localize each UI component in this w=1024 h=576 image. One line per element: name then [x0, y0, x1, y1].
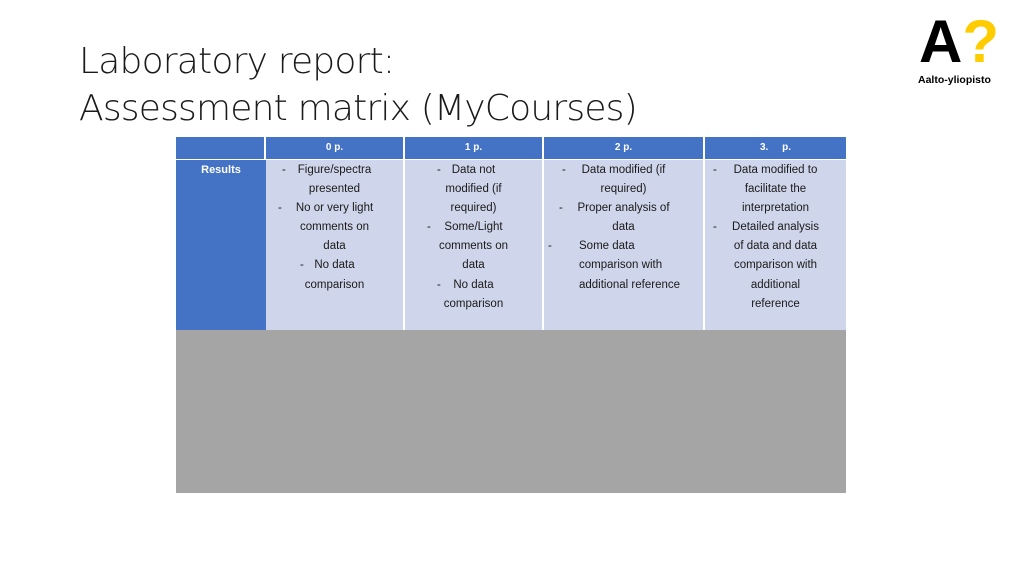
cell-line: interpretation	[705, 199, 846, 218]
cell-line: additional	[705, 276, 846, 295]
bullet-text: of data and data	[733, 240, 818, 253]
bullet-text: Data modified (if	[581, 164, 666, 176]
bullet-text: required)	[600, 183, 647, 196]
cell-line: - No or very light	[266, 199, 403, 218]
bullet-text: Data modified to	[733, 164, 818, 176]
bullet-dash: -	[427, 221, 431, 234]
bullet-text: reference	[751, 297, 800, 310]
aalto-logo-mark-icon: A?	[919, 12, 999, 72]
bullet-text: modified (if	[445, 183, 502, 196]
cell-line: - Some/Light	[405, 218, 542, 237]
bullet-text: No data	[314, 259, 355, 272]
bullet-dash: -	[278, 202, 282, 215]
bullet-text: required)	[450, 202, 497, 215]
cell-line: - Detailed analysis	[705, 218, 846, 237]
cell-line: comparison	[405, 295, 542, 314]
bullet-text: Proper analysis of	[577, 202, 670, 215]
cell-line: comments on	[405, 237, 542, 256]
bullet-text: comparison with	[733, 259, 818, 272]
bullet-text: Some data	[579, 240, 635, 253]
bullet-dash: -	[548, 240, 552, 253]
cell-line: - Figure/spectra	[266, 161, 403, 180]
assessment-matrix: 0 p. 1 p. 2 p. 3. p. Results - Figure/spe…	[176, 137, 846, 330]
bullet-dash: -	[437, 164, 441, 176]
cell-line: - Some data	[544, 237, 703, 256]
gray-overlay-area	[176, 330, 846, 493]
bullet-text: data	[323, 240, 346, 253]
cell-line: additional reference	[544, 276, 703, 295]
bullet-text: additional reference	[579, 278, 681, 291]
bullet-text: interpretation	[741, 202, 810, 215]
header-cell-0p: 0 p.	[266, 137, 405, 159]
bullet-dash: -	[282, 164, 286, 176]
cell-line: modified (if	[405, 180, 542, 199]
cell-line: data	[544, 218, 703, 237]
bullet-text: comments on	[299, 221, 370, 234]
header-cell-2p: 2 p.	[544, 137, 705, 159]
cell-line: comparison with	[705, 256, 846, 275]
bullet-text: comments on	[438, 240, 509, 253]
cell-line: data	[266, 237, 403, 256]
bullet-text: Data not	[451, 164, 496, 176]
cell-line: - Data modified to	[705, 161, 846, 180]
cell-line: facilitate the	[705, 180, 846, 199]
cell-line: data	[405, 256, 542, 275]
bullet-text: additional	[750, 278, 801, 291]
logo-text: Aalto-yliopisto	[918, 74, 991, 86]
cell-line: comments on	[266, 218, 403, 237]
bullet-text: data	[462, 259, 485, 272]
cell-line: required)	[405, 199, 542, 218]
bullet-text: Detailed analysis	[732, 221, 819, 234]
bullet-text: facilitate the	[744, 183, 807, 196]
logo-letter-a: A	[919, 8, 963, 75]
bullet-dash: -	[713, 221, 717, 234]
bullet-text: No data	[453, 278, 494, 291]
row-label-results: Results	[176, 160, 266, 330]
cell-line: - Data modified (if	[544, 161, 703, 180]
cell-3p: - Data modified to facilitate the interpret…	[705, 160, 846, 330]
cell-line: comparison	[266, 276, 403, 295]
bullet-dash: -	[562, 164, 566, 176]
bullet-text: presented	[308, 183, 361, 196]
cell-line: reference	[705, 295, 846, 314]
cell-0p: - Figure/spectra presented - No or very ligh…	[266, 160, 405, 330]
header-cell-empty	[176, 137, 266, 159]
bullet-dash: -	[437, 278, 441, 291]
bullet-text: Some/Light	[444, 221, 503, 234]
bullet-text: Figure/spectra	[297, 164, 372, 176]
cell-2p: - Data modified (if required) - Proper analy…	[544, 160, 705, 330]
bullet-dash: -	[713, 164, 717, 176]
cell-line: comparison with	[544, 256, 703, 275]
bullet-dash: -	[300, 259, 304, 272]
cell-line: of data and data	[705, 237, 846, 256]
header-cell-1p: 1 p.	[405, 137, 544, 159]
cell-line: - No data	[266, 256, 403, 275]
header-cell-3p: 3. p.	[705, 137, 846, 159]
slide-title-line-2: Assessment matrix (MyCourses)	[79, 88, 638, 129]
header-separator	[176, 159, 846, 160]
bullet-text: No or very light	[295, 202, 374, 215]
bullet-text: comparison with	[579, 259, 663, 272]
bullet-text: data	[612, 221, 635, 234]
cell-line: presented	[266, 180, 403, 199]
cell-line: required)	[544, 180, 703, 199]
cell-line: - Proper analysis of	[544, 199, 703, 218]
slide-title: Laboratory report: Assessment matrix (My…	[79, 38, 638, 132]
bullet-text: comparison	[304, 278, 365, 291]
aalto-logo: A? Aalto-yliopisto	[916, 12, 1006, 90]
cell-line: - No data	[405, 276, 542, 295]
cell-1p: - Data not modified (if required) - Some/Ligh…	[405, 160, 544, 330]
logo-question-mark: ?	[962, 8, 999, 75]
bullet-text: comparison	[443, 297, 504, 310]
slide-title-line-1: Laboratory report:	[79, 41, 395, 82]
cell-line: - Data not	[405, 161, 542, 180]
bullet-dash: -	[559, 202, 563, 215]
